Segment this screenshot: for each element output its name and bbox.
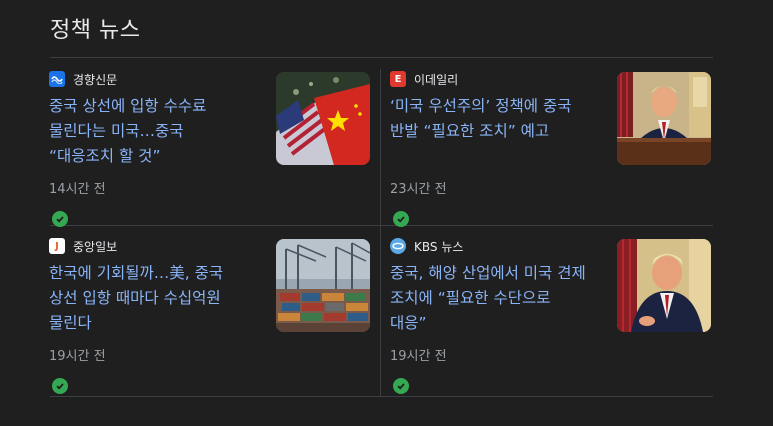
verified-check-icon: [393, 211, 409, 227]
thumbnail-image[interactable]: [617, 239, 711, 332]
kbs-logo-icon: [390, 238, 406, 254]
source-name: 경향신문: [73, 72, 118, 87]
kyunghyang-logo-icon: [49, 71, 65, 87]
news-source: 경향신문: [49, 71, 117, 87]
edaily-logo-icon: E: [390, 71, 406, 87]
verified-check-icon: [393, 378, 409, 394]
news-card[interactable]: E 이데일리 ‘미국 우선주의’ 정책에 중국 반발 “필요한 조치” 예고 2…: [390, 71, 712, 239]
thumbnail-image[interactable]: [617, 72, 711, 165]
headline-link[interactable]: 중국 상선에 입항 수수료 물린다는 미국…중국 “대응조치 할 것”: [49, 94, 249, 169]
headline-link[interactable]: 중국, 해양 산업에서 미국 견제 조치에 “필요한 수단으로 대응”: [390, 261, 590, 336]
thumbnail-image[interactable]: [276, 72, 370, 165]
thumbnail-image[interactable]: [276, 239, 370, 332]
timestamp: 14시간 전: [49, 182, 106, 197]
divider-top: [50, 57, 713, 58]
section-title: 정책 뉴스: [50, 18, 141, 43]
verified-check-icon: [52, 211, 68, 227]
headline-link[interactable]: ‘미국 우선주의’ 정책에 중국 반발 “필요한 조치” 예고: [390, 94, 590, 144]
source-name: KBS 뉴스: [414, 239, 464, 254]
news-source: J 중앙일보: [49, 238, 117, 254]
joongang-logo-icon: J: [49, 238, 65, 254]
divider-vertical: [380, 69, 381, 396]
timestamp: 19시간 전: [49, 349, 106, 364]
source-name: 이데일리: [414, 72, 459, 87]
verified-check-icon: [52, 378, 68, 394]
headline-link[interactable]: 한국에 기회될까…美, 중국 상선 입항 때마다 수십억원 물린다: [49, 261, 249, 336]
news-source: E 이데일리: [390, 71, 458, 87]
news-card[interactable]: J 중앙일보 한국에 기회될까…美, 중국 상선 입항 때마다 수십억원 물린다…: [49, 238, 371, 406]
timestamp: 23시간 전: [390, 182, 447, 197]
source-name: 중앙일보: [73, 239, 118, 254]
news-card[interactable]: KBS 뉴스 중국, 해양 산업에서 미국 견제 조치에 “필요한 수단으로 대…: [390, 238, 712, 406]
news-source: KBS 뉴스: [390, 238, 463, 254]
timestamp: 19시간 전: [390, 349, 447, 364]
news-card[interactable]: 경향신문 중국 상선에 입항 수수료 물린다는 미국…중국 “대응조치 할 것”…: [49, 71, 371, 239]
